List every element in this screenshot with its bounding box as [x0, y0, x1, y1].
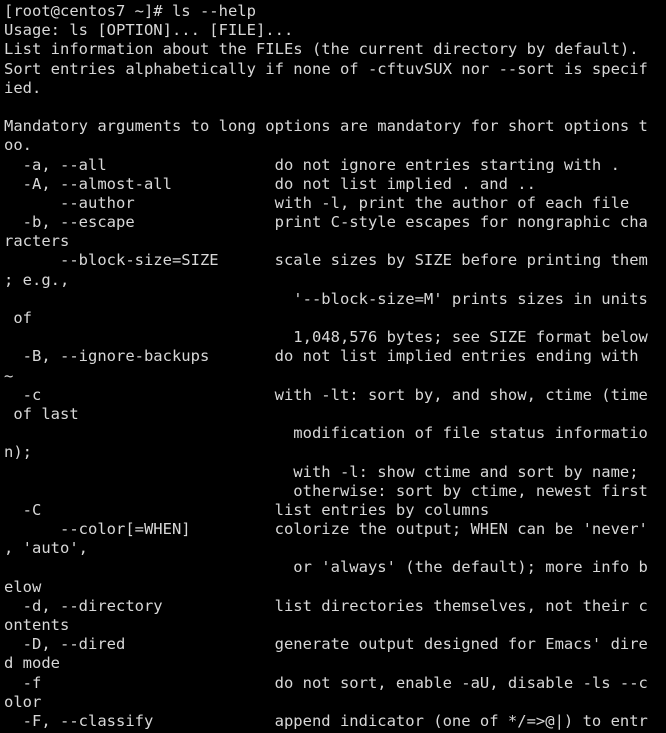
- terminal-line: Mandatory arguments to long options are …: [4, 117, 648, 136]
- terminal-line: elow: [4, 577, 42, 596]
- terminal-line: ~: [4, 366, 14, 385]
- terminal-line: modification of file status informatio: [4, 424, 648, 443]
- terminal-prompt-line: [root@centos7 ~]# ls --help: [4, 2, 256, 20]
- terminal-line: -D, --dired generate output designed for…: [4, 635, 648, 654]
- terminal-line: ontents: [4, 616, 70, 634]
- terminal-line: n);: [4, 443, 32, 462]
- terminal-line: of last: [4, 404, 79, 423]
- terminal-line: 1,048,576 bytes; see SIZE format below: [4, 328, 648, 347]
- terminal-line: with -l: show ctime and sort by name;: [4, 462, 639, 481]
- terminal-line: List information about the FILEs (the cu…: [4, 40, 639, 59]
- terminal-line: racters: [4, 232, 70, 251]
- terminal-line: --block-size=SIZE scale sizes by SIZE be…: [4, 251, 648, 270]
- terminal-line: -d, --directory list directories themsel…: [4, 596, 648, 615]
- terminal-line: '--block-size=M' prints sizes in units: [4, 289, 648, 308]
- terminal-line: ; e.g.,: [4, 270, 70, 289]
- terminal-line: -F, --classify append indicator (one of …: [4, 711, 648, 730]
- terminal-line: --color[=WHEN] colorize the output; WHEN…: [4, 520, 648, 539]
- terminal-line: ied.: [4, 78, 42, 97]
- terminal-line: olor: [4, 692, 42, 711]
- terminal-line: Usage: ls [OPTION]... [FILE]...: [4, 21, 294, 40]
- terminal-line: d mode: [4, 654, 60, 673]
- terminal-line: oo.: [4, 136, 32, 155]
- terminal-line: -C list entries by columns: [4, 500, 490, 519]
- terminal-output[interactable]: [root@centos7 ~]# ls --help Usage: ls [OP…: [0, 0, 666, 733]
- terminal-line: or 'always' (the default); more info b: [4, 558, 648, 577]
- terminal-line: of: [4, 309, 32, 327]
- terminal-line: -c with -lt: sort by, and show, ctime (t…: [4, 385, 648, 404]
- terminal-line: -B, --ignore-backups do not list implied…: [4, 347, 648, 366]
- terminal-line: , 'auto',: [4, 539, 88, 558]
- terminal-line: Sort entries alphabetically if none of -…: [4, 59, 648, 78]
- terminal-line: -A, --almost-all do not list implied . a…: [4, 174, 536, 193]
- terminal-line: -f do not sort, enable -aU, disable -ls …: [4, 673, 648, 692]
- terminal-line: -b, --escape print C-style escapes for n…: [4, 213, 648, 232]
- terminal-line: otherwise: sort by ctime, newest first: [4, 481, 648, 500]
- terminal-line: --author with -l, print the author of ea…: [4, 193, 630, 212]
- terminal-line: -a, --all do not ignore entries starting…: [4, 155, 620, 174]
